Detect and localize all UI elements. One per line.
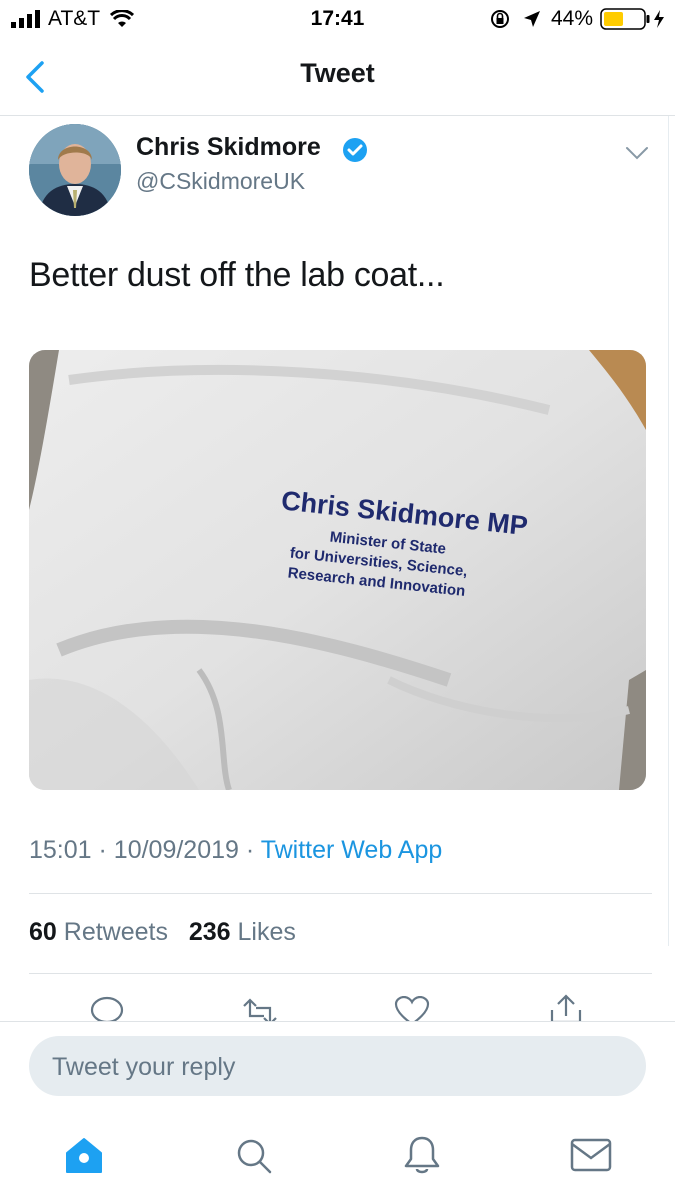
author-name[interactable]: Chris Skidmore <box>136 133 321 162</box>
reply-placeholder: Tweet your reply <box>52 1053 236 1081</box>
tweet-stats: 60 Retweets 236 Likes <box>29 918 296 947</box>
avatar-portrait-icon <box>29 124 121 216</box>
avatar[interactable] <box>29 124 121 216</box>
tab-bar <box>0 1118 675 1200</box>
notifications-bell-icon[interactable] <box>402 1134 442 1176</box>
status-bar: AT&T 17:41 44% <box>0 0 675 38</box>
retweets-label: Retweets <box>63 918 168 946</box>
battery-icon <box>600 8 664 30</box>
retweets-count: 60 <box>29 918 57 946</box>
retweet-icon[interactable] <box>240 998 280 1022</box>
messages-mail-icon[interactable] <box>570 1138 612 1172</box>
tweet-date: 10/09/2019 <box>113 836 239 864</box>
battery-percent: 44% <box>551 7 594 30</box>
charging-icon <box>654 10 664 28</box>
reply-icon[interactable] <box>90 996 124 1022</box>
share-icon[interactable] <box>548 994 584 1022</box>
reply-input[interactable]: Tweet your reply <box>29 1036 646 1096</box>
likes-label: Likes <box>237 918 296 946</box>
composer-divider <box>0 1021 675 1022</box>
scroll-edge <box>668 116 669 946</box>
nav-divider <box>0 115 675 116</box>
chevron-down-icon[interactable] <box>624 144 650 162</box>
likes-count: 236 <box>188 918 231 946</box>
meta-divider <box>29 893 652 894</box>
search-icon[interactable] <box>234 1136 274 1176</box>
like-icon[interactable] <box>394 996 430 1022</box>
tweet-source-link[interactable]: Twitter Web App <box>261 836 443 864</box>
author-handle[interactable]: @CSkidmoreUK <box>136 168 305 195</box>
meta-separator: · <box>98 836 107 864</box>
rotation-lock-icon <box>491 10 509 28</box>
home-icon[interactable] <box>64 1136 104 1176</box>
tweet-image[interactable]: Chris Skidmore MP Minister of State for … <box>29 350 646 790</box>
meta-separator: · <box>245 836 255 864</box>
location-arrow-icon <box>524 11 540 27</box>
retweets-stat[interactable]: 60 Retweets <box>29 918 168 946</box>
verified-badge-icon <box>343 138 367 162</box>
tweet-time: 15:01 <box>29 836 92 864</box>
tweet-text: Better dust off the lab coat... <box>29 256 445 294</box>
stats-divider <box>29 973 652 974</box>
tweet-meta: 15:01 · 10/09/2019 · Twitter Web App <box>29 836 442 865</box>
lab-coat-photo: Chris Skidmore MP Minister of State for … <box>29 350 646 790</box>
page-title: Tweet <box>300 58 375 88</box>
tweet-actions <box>0 990 675 1022</box>
likes-stat[interactable]: 236 Likes <box>189 918 296 946</box>
